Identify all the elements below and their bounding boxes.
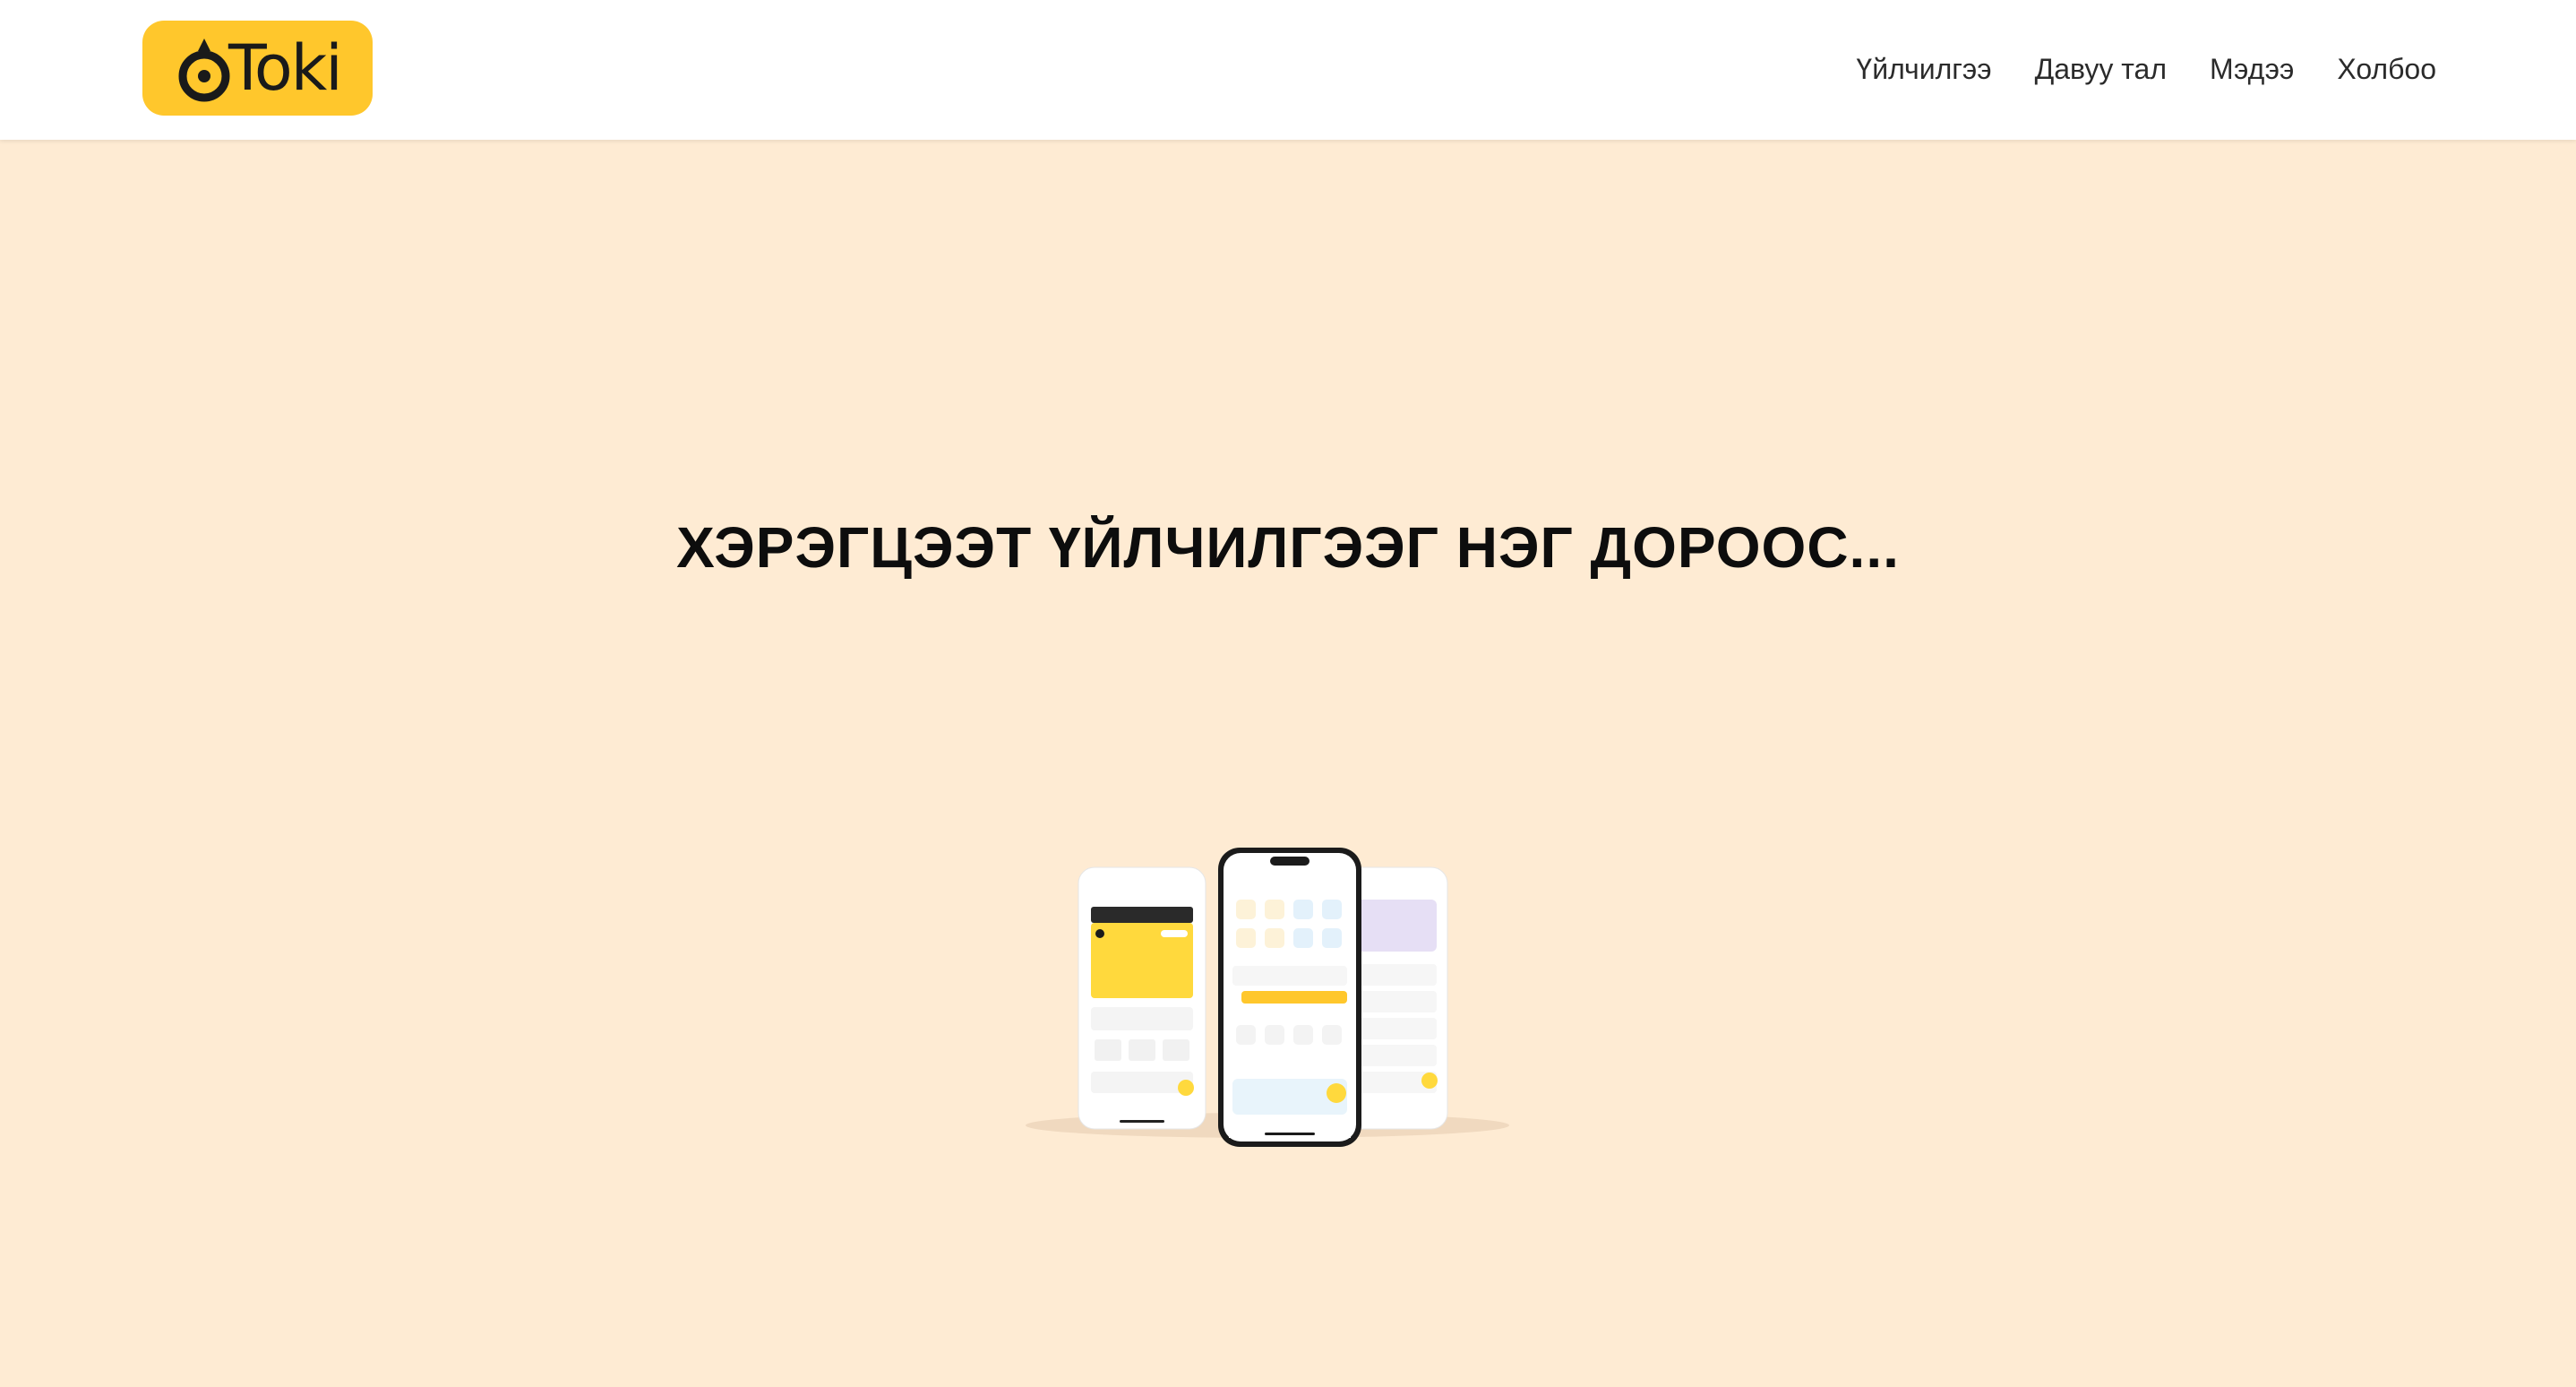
center-phone bbox=[1218, 848, 1361, 1147]
nav-item-advantages[interactable]: Давуу тал bbox=[2035, 53, 2167, 86]
nav-item-services[interactable]: Үйлчилгээ bbox=[1856, 53, 1991, 86]
toki-bird-icon bbox=[178, 39, 230, 102]
nav-item-contact[interactable]: Холбоо bbox=[2337, 53, 2436, 86]
site-header: Toki Үйлчилгээ Давуу тал Мэдээ Холбоо bbox=[0, 0, 2576, 140]
hero-title: ХЭРЭГЦЭЭТ ҮЙЛЧИЛГЭЭГ НЭГ ДОРООС... bbox=[676, 515, 1900, 580]
logo-wordmark: Toki bbox=[228, 31, 343, 105]
hero-section: ХЭРЭГЦЭЭТ ҮЙЛЧИЛГЭЭГ НЭГ ДОРООС... bbox=[0, 140, 2576, 1387]
main-nav: Үйлчилгээ Давуу тал Мэдээ Холбоо bbox=[1856, 47, 2436, 91]
toki-logo[interactable]: Toki bbox=[142, 21, 373, 116]
phones-mockup-image bbox=[1026, 848, 1509, 1147]
left-phone bbox=[1078, 866, 1206, 1130]
nav-item-news[interactable]: Мэдээ bbox=[2210, 53, 2294, 86]
